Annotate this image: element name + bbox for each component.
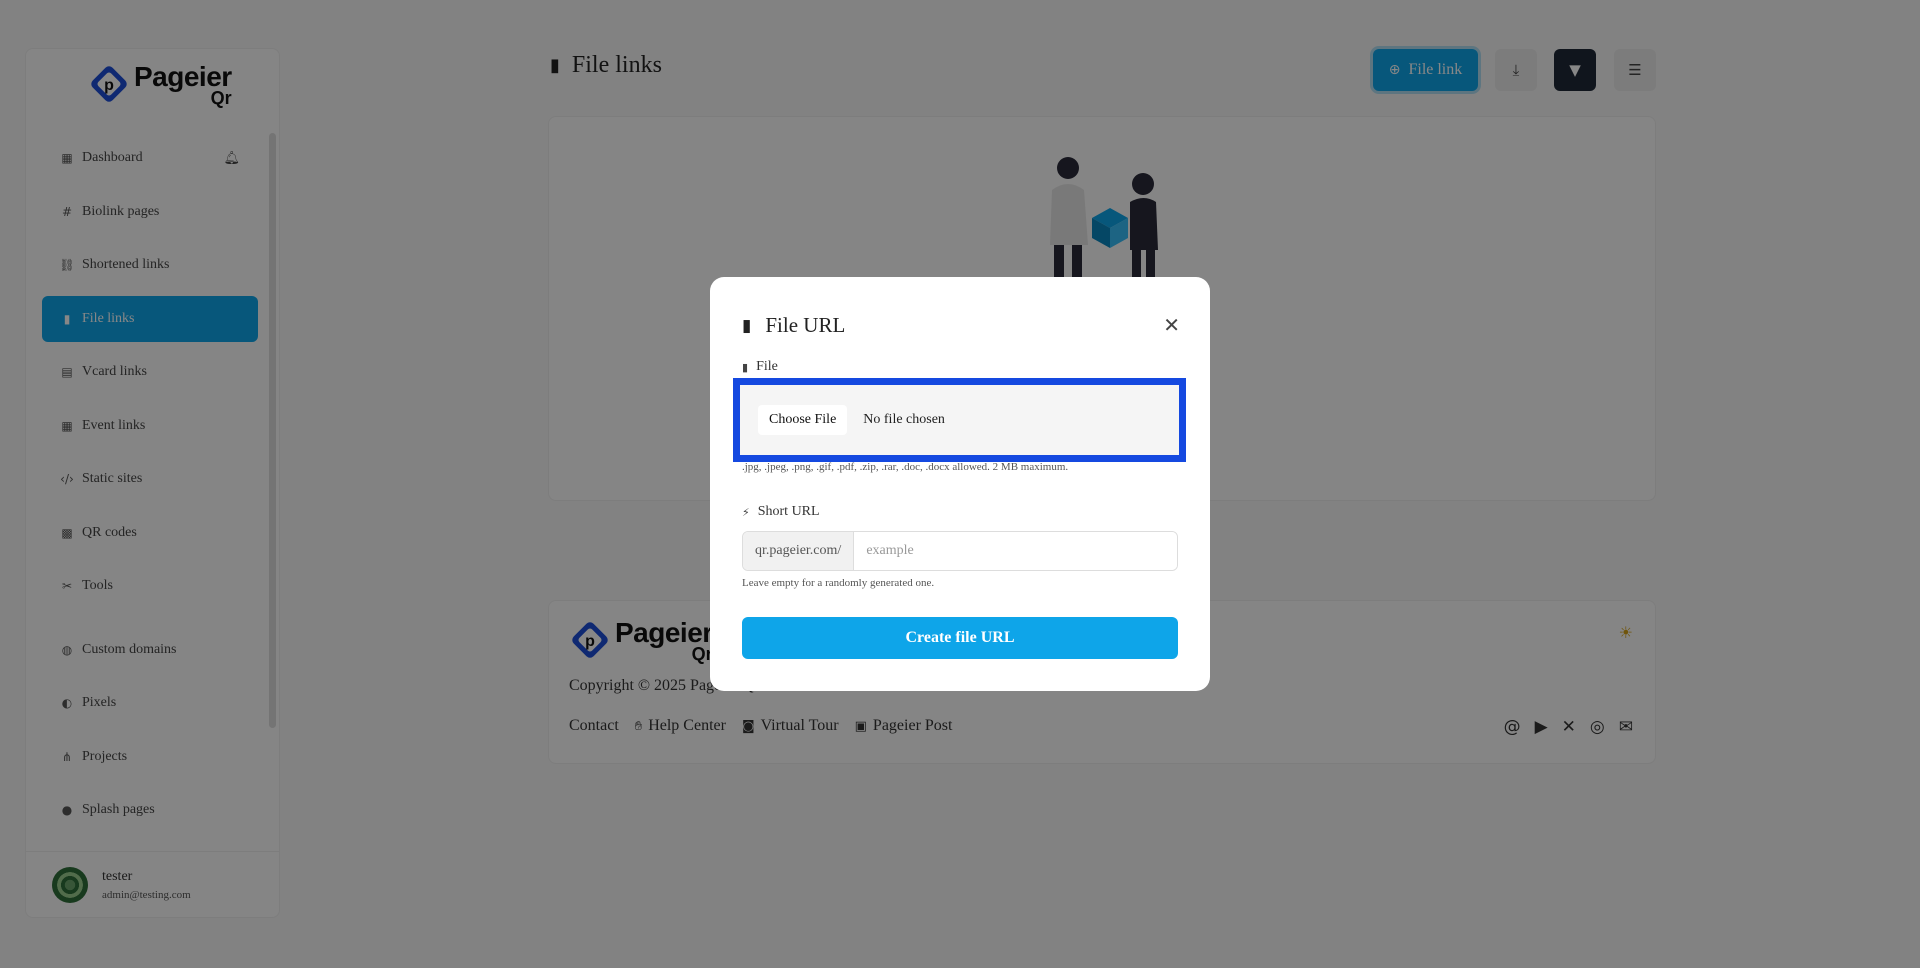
close-icon[interactable]: ✕ <box>1163 313 1180 337</box>
file-icon: ▮ <box>742 360 749 374</box>
url-prefix: qr.pageier.com/ <box>743 532 855 570</box>
file-status: No file chosen <box>863 412 945 427</box>
short-url-label: ⚡︎ Short URL <box>742 504 820 520</box>
short-url-label-text: Short URL <box>757 504 820 519</box>
file-label-text: File <box>756 359 778 374</box>
file-help-text: .jpg, .jpeg, .png, .gif, .pdf, .zip, .ra… <box>742 461 1069 473</box>
file-url-modal: ▮ File URL ✕ ▮ File Choose File No file … <box>710 277 1210 691</box>
file-icon: ▮ <box>742 315 752 336</box>
short-url-group: qr.pageier.com/ <box>742 531 1178 571</box>
create-file-url-button[interactable]: Create file URL <box>742 617 1178 659</box>
file-input[interactable]: Choose File No file chosen <box>733 378 1186 462</box>
bolt-icon: ⚡︎ <box>742 505 750 519</box>
choose-file-button[interactable]: Choose File <box>758 405 848 435</box>
file-label: ▮ File <box>742 359 778 375</box>
modal-title: ▮ File URL <box>742 313 845 338</box>
short-url-input[interactable] <box>854 532 1177 570</box>
short-url-help-text: Leave empty for a randomly generated one… <box>742 577 935 589</box>
modal-title-text: File URL <box>765 313 846 337</box>
